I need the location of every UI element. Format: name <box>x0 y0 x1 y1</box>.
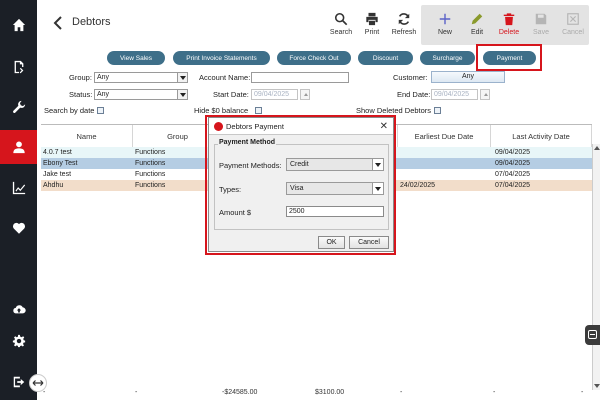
amount-input[interactable]: 2500 <box>286 206 384 217</box>
sidebar-debtors[interactable] <box>0 130 37 164</box>
delete-button[interactable]: Delete <box>492 12 526 36</box>
start-date-input[interactable]: 09/04/2025 <box>251 89 298 100</box>
customer-label: Customer: <box>393 73 428 82</box>
expand-sidebar-button[interactable] <box>29 374 47 392</box>
end-date-calendar-icon[interactable] <box>480 89 490 100</box>
close-icon[interactable]: ✕ <box>380 118 388 135</box>
sidebar-favourites[interactable] <box>0 211 37 245</box>
sidebar-reports[interactable] <box>0 171 37 205</box>
plus-icon <box>439 13 451 25</box>
column-header-name[interactable]: Name <box>41 125 133 147</box>
payment-highlight <box>476 44 542 71</box>
view-sales-button[interactable]: View Sales <box>107 51 165 65</box>
payment-methods-label: Payment Methods: <box>219 161 282 170</box>
discount-button[interactable]: Discount <box>358 51 413 65</box>
search-icon <box>334 12 348 26</box>
chevron-down-icon <box>372 159 383 170</box>
payment-method-group: Payment Method Payment Methods: Credit T… <box>214 139 389 230</box>
cancel-button[interactable]: Cancel <box>556 12 590 36</box>
customer-any-button[interactable]: Any <box>431 71 505 83</box>
print-invoice-statements-button[interactable]: Print Invoice Statements <box>173 51 270 65</box>
edit-button[interactable]: Edit <box>460 12 494 36</box>
sidebar <box>0 0 37 400</box>
cancel-icon <box>567 13 579 25</box>
surcharge-button[interactable]: Surcharge <box>420 51 475 65</box>
home-icon <box>12 18 25 32</box>
sidebar-cloud[interactable] <box>0 292 37 326</box>
column-header-last-activity-date[interactable]: Last Activity Date <box>491 125 592 147</box>
scroll-down-icon[interactable] <box>594 383 600 389</box>
gear-icon <box>12 334 25 348</box>
trash-icon <box>503 13 515 26</box>
types-select[interactable]: Visa <box>286 182 384 195</box>
group-select[interactable]: Any <box>94 72 188 83</box>
dialog-title-bar: Debtors Payment ✕ <box>209 118 393 135</box>
search-by-date-label: Search by date <box>44 106 95 115</box>
status-select[interactable]: Any <box>94 89 188 100</box>
hide-zero-balance-checkbox[interactable] <box>255 107 262 114</box>
end-date-label: End Date: <box>397 90 431 99</box>
refresh-icon <box>398 13 410 25</box>
header: Debtors Search Print Refresh New Edit De… <box>37 0 600 47</box>
chevron-down-icon <box>372 183 383 194</box>
show-deleted-checkbox[interactable] <box>434 107 441 114</box>
start-date-calendar-icon[interactable] <box>300 89 310 100</box>
sidebar-settings[interactable] <box>0 324 37 358</box>
column-header-earliest-due-date[interactable]: Earliest Due Date <box>398 125 491 147</box>
back-arrow-icon[interactable] <box>52 15 64 31</box>
hide-zero-balance-label: Hide $0 balance <box>194 106 249 115</box>
start-date-label: Start Date: <box>213 90 249 99</box>
document-edit-icon <box>14 60 23 74</box>
types-label: Types: <box>219 185 242 194</box>
wrench-icon <box>12 100 25 113</box>
sidebar-documents[interactable] <box>0 50 37 84</box>
save-button[interactable]: Save <box>524 12 558 36</box>
group-label: Group: <box>69 73 92 82</box>
account-name-input[interactable] <box>251 72 349 83</box>
sidebar-home[interactable] <box>0 8 37 42</box>
chart-icon <box>12 181 25 195</box>
totals-row: - - -$24585.00 $3100.00 - - - <box>43 389 584 396</box>
payment-methods-select[interactable]: Credit <box>286 158 384 171</box>
horizontal-arrows-icon <box>32 380 44 386</box>
heart-icon <box>12 222 25 234</box>
print-button[interactable]: Print <box>355 12 389 36</box>
dialog-cancel-button[interactable]: Cancel <box>349 236 389 249</box>
end-date-input[interactable]: 09/04/2025 <box>431 89 478 100</box>
new-button[interactable]: New <box>428 12 462 36</box>
debtors-payment-dialog: Debtors Payment ✕ Payment Method Payment… <box>208 117 394 252</box>
show-deleted-label: Show Deleted Debtors <box>356 106 432 115</box>
table-scrollbar[interactable] <box>592 144 600 390</box>
pencil-icon <box>471 13 483 25</box>
app-logo-icon <box>214 122 223 131</box>
sidebar-tools[interactable] <box>0 90 37 124</box>
save-icon <box>535 13 547 25</box>
page-title: Debtors <box>72 16 111 28</box>
account-name-label: Account Name: <box>199 73 251 82</box>
printer-icon <box>366 12 378 26</box>
panel-icon <box>588 330 597 339</box>
cloud-upload-icon <box>12 305 26 314</box>
ok-button[interactable]: OK <box>318 236 345 249</box>
status-label: Status: <box>69 90 93 99</box>
chevron-down-icon <box>177 90 187 99</box>
user-icon <box>12 141 25 154</box>
chevron-down-icon <box>177 73 187 82</box>
search-button[interactable]: Search <box>324 12 358 36</box>
amount-label: Amount $ <box>219 208 252 217</box>
side-panel-tab[interactable] <box>585 325 600 345</box>
scroll-up-icon[interactable] <box>594 145 600 151</box>
logout-icon <box>13 376 24 388</box>
refresh-button[interactable]: Refresh <box>387 12 421 36</box>
force-check-out-button[interactable]: Force Check Out <box>277 51 351 65</box>
search-by-date-checkbox[interactable] <box>97 107 104 114</box>
